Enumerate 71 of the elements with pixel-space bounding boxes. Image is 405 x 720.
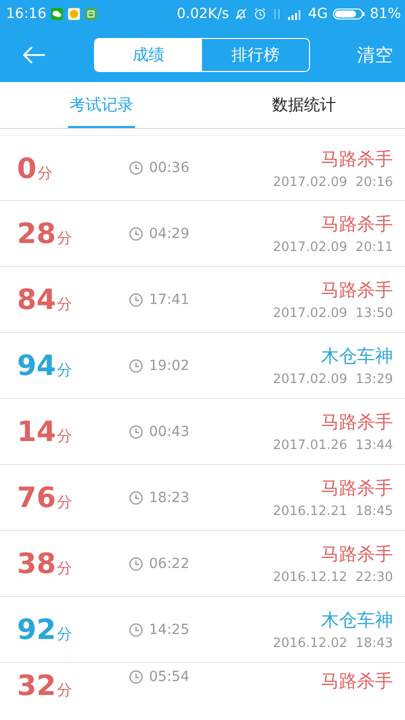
- score-value: 84: [17, 283, 56, 316]
- clear-button[interactable]: 清空: [357, 43, 393, 67]
- clock-icon: [129, 226, 143, 240]
- clock-icon: [129, 556, 143, 570]
- score-value: 76: [17, 481, 56, 514]
- score-unit: 分: [56, 625, 72, 644]
- duration: 00:43: [149, 424, 190, 440]
- exam-date: 2017.01.26 13:44: [272, 438, 393, 453]
- duration: 19:02: [149, 358, 190, 374]
- score-value: 32: [17, 669, 56, 702]
- exam-date: 2017.02.09 20:11: [272, 240, 393, 255]
- segment-tab[interactable]: 成绩: [95, 39, 202, 71]
- rank-title: 马路杀手: [321, 477, 393, 500]
- battery-percent: 81%: [370, 6, 401, 22]
- duration: 18:23: [149, 490, 190, 506]
- score-value: 94: [17, 349, 56, 382]
- rank-title: 马路杀手: [321, 213, 393, 236]
- rank-title: 马路杀手: [321, 279, 393, 302]
- coin-app-icon: [68, 8, 80, 20]
- network-type: 4G: [308, 6, 328, 22]
- duration: 17:41: [149, 292, 190, 308]
- chat-app-icon: [51, 8, 64, 20]
- duration: 04:29: [149, 226, 190, 242]
- exam-date: 2016.12.21 18:45: [272, 504, 393, 519]
- duration: 00:36: [149, 160, 190, 176]
- exam-date: 2017.02.09 13:50: [272, 306, 393, 321]
- score-unit: 分: [56, 493, 72, 512]
- rank-title: 木仓车神: [321, 345, 393, 368]
- score-unit: 分: [56, 681, 72, 700]
- score-value: 0: [17, 152, 36, 184]
- score-value: 28: [17, 217, 56, 250]
- duration: 06:22: [149, 556, 190, 572]
- rank-title: 马路杀手: [321, 670, 393, 693]
- clock-icon: [129, 490, 143, 504]
- score-unit: 分: [37, 164, 52, 182]
- tab[interactable]: 考试记录: [0, 82, 202, 128]
- score-value: 92: [17, 613, 56, 646]
- back-arrow-icon[interactable]: [22, 45, 46, 65]
- network-speed: 0.02K/s: [176, 6, 230, 22]
- segment-tab[interactable]: 排行榜: [202, 39, 309, 71]
- duration: 05:54: [149, 669, 190, 685]
- exam-date: 2017.02.09 20:16: [272, 174, 393, 190]
- duration: 14:25: [149, 622, 190, 638]
- robot-app-icon: [85, 8, 98, 20]
- rank-title: 马路杀手: [321, 543, 393, 566]
- clock-time: 16:16: [6, 6, 46, 22]
- alarm-icon: [253, 7, 268, 21]
- score-value: 38: [17, 547, 56, 580]
- exam-date: 2016.12.12 22:30: [272, 570, 393, 585]
- tab[interactable]: 数据统计: [202, 82, 405, 128]
- score-unit: 分: [56, 229, 72, 248]
- data-arrows-icon: [272, 7, 282, 21]
- clock-icon: [129, 670, 143, 684]
- score-unit: 分: [56, 559, 72, 578]
- rank-title: 木仓车神: [321, 609, 393, 632]
- signal-icon: [287, 8, 304, 20]
- clock-icon: [129, 622, 143, 636]
- score-value: 14: [17, 415, 56, 448]
- score-unit: 分: [56, 427, 72, 446]
- exam-date: 2016.12.02 18:43: [272, 636, 393, 651]
- muted-bell-icon: [234, 7, 248, 21]
- rank-title: 马路杀手: [321, 411, 393, 434]
- clock-icon: [129, 292, 143, 306]
- score-unit: 分: [56, 361, 72, 380]
- clock-icon: [129, 358, 143, 372]
- battery-icon: [332, 8, 365, 20]
- rank-title: 马路杀手: [321, 148, 393, 170]
- exam-date: 2017.02.09 13:29: [272, 372, 393, 387]
- score-unit: 分: [56, 295, 72, 314]
- clock-icon: [129, 424, 143, 438]
- clock-icon: [129, 161, 143, 175]
